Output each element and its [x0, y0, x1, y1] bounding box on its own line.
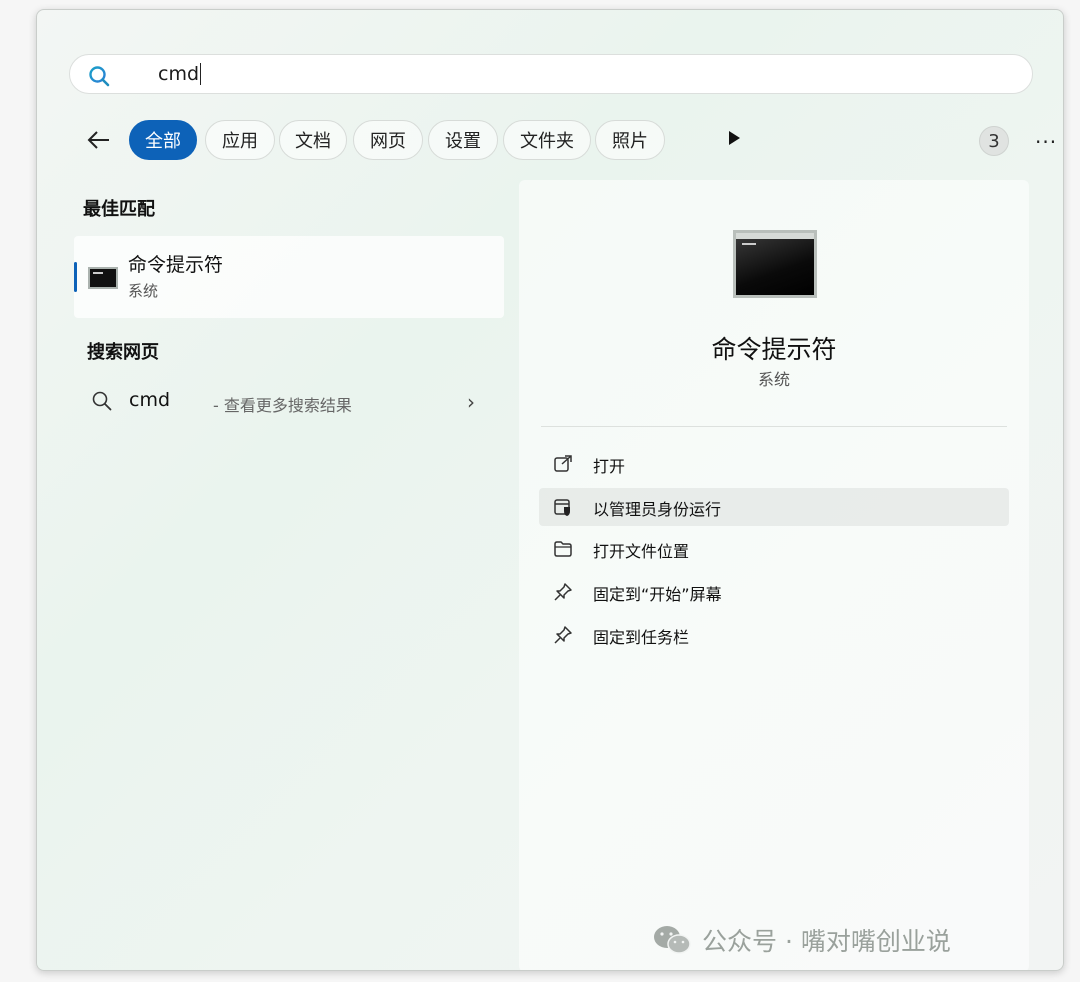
search-box[interactable]: cmd — [69, 54, 1033, 94]
results-list: 最佳匹配 命令提示符 系统 搜索网页 cmd - 查看更多搜索结果 › — [37, 180, 517, 960]
action-pin-to-start[interactable]: 固定到“开始”屏幕 — [539, 573, 1009, 611]
tab-documents[interactable]: 文档 — [279, 120, 347, 160]
scroll-right-arrow-icon[interactable] — [729, 131, 740, 145]
search-icon — [89, 66, 110, 87]
more-options-button[interactable]: ··· — [1035, 130, 1057, 154]
tab-folders[interactable]: 文件夹 — [503, 120, 591, 160]
admin-shield-icon — [554, 499, 570, 516]
action-label: 以管理员身份运行 — [593, 500, 722, 519]
selection-indicator — [74, 262, 77, 292]
command-prompt-icon — [88, 267, 118, 289]
wechat-icon — [654, 926, 691, 954]
tab-web[interactable]: 网页 — [353, 120, 423, 160]
tab-all[interactable]: 全部 — [129, 120, 197, 160]
rewards-badge[interactable]: 3 — [979, 126, 1009, 156]
watermark-text: 公众号 · 嘴对嘴创业说 — [702, 927, 951, 956]
filter-bar: 全部 应用 文档 网页 设置 文件夹 照片 3 ··· — [73, 118, 1056, 162]
best-match-type: 系统 — [128, 282, 159, 300]
web-search-hint: - 查看更多搜索结果 — [213, 396, 352, 415]
search-icon — [92, 391, 112, 411]
open-external-icon — [554, 455, 572, 472]
search-input[interactable]: cmd — [158, 62, 202, 86]
start-search-window: cmd 全部 应用 文档 网页 设置 文件夹 照片 3 ··· 最佳匹配 命令提… — [36, 9, 1064, 971]
divider — [541, 426, 1007, 427]
detail-panel: 命令提示符 系统 打开 以管理员身份运行 打开文件位置 固定到“开始”屏幕 固定… — [519, 180, 1029, 970]
action-open[interactable]: 打开 — [539, 445, 1009, 483]
watermark: 公众号 · 嘴对嘴创业说 — [652, 922, 951, 958]
best-match-result[interactable]: 命令提示符 系统 — [74, 236, 504, 318]
tab-settings[interactable]: 设置 — [428, 120, 498, 160]
tab-photos[interactable]: 照片 — [595, 120, 665, 160]
action-label: 打开 — [593, 457, 626, 476]
command-prompt-icon — [733, 230, 817, 298]
best-match-name: 命令提示符 — [128, 254, 224, 276]
action-label: 固定到任务栏 — [593, 628, 690, 647]
folder-icon — [554, 541, 572, 557]
chevron-right-icon: › — [467, 390, 475, 414]
tab-apps[interactable]: 应用 — [205, 120, 275, 160]
web-search-query: cmd — [129, 389, 171, 411]
text-caret — [200, 63, 202, 86]
action-pin-to-taskbar[interactable]: 固定到任务栏 — [539, 616, 1009, 654]
pin-icon — [554, 583, 572, 601]
pin-icon — [554, 626, 572, 644]
action-run-as-admin[interactable]: 以管理员身份运行 — [539, 488, 1009, 526]
action-label: 打开文件位置 — [593, 542, 690, 561]
best-match-heading: 最佳匹配 — [83, 199, 155, 220]
detail-app-name: 命令提示符 — [711, 335, 837, 364]
detail-app-type: 系统 — [757, 370, 790, 389]
action-label: 固定到“开始”屏幕 — [593, 585, 722, 604]
web-search-result[interactable]: cmd - 查看更多搜索结果 › — [77, 384, 487, 420]
search-web-heading: 搜索网页 — [87, 342, 159, 363]
action-open-file-location[interactable]: 打开文件位置 — [539, 530, 1009, 568]
search-query: cmd — [158, 62, 200, 85]
back-arrow-icon[interactable] — [85, 126, 113, 154]
